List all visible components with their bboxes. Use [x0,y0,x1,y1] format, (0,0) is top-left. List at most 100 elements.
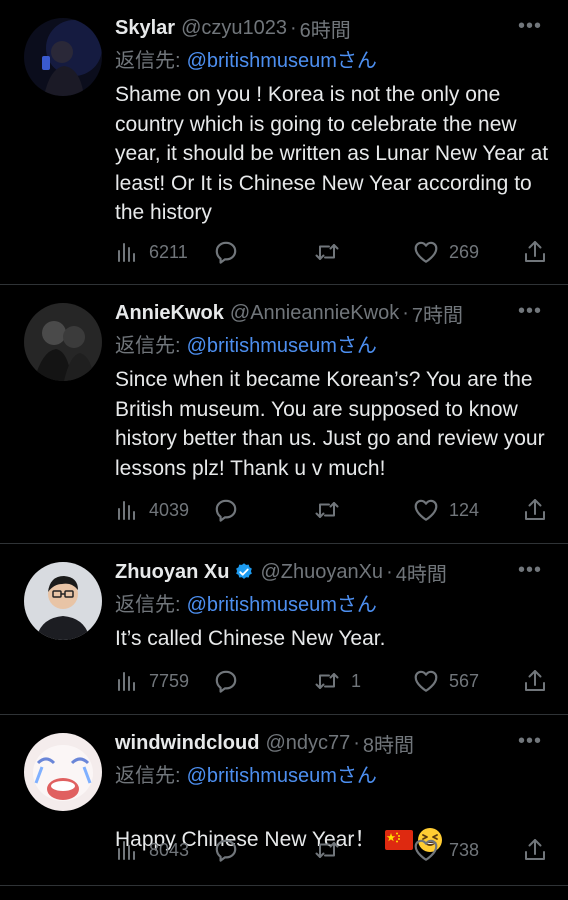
like-button[interactable]: 567 [413,666,479,696]
retweet-button[interactable] [313,237,341,267]
honorific-suffix: さん [336,765,377,787]
views-button[interactable]: 4039 [115,495,189,525]
reply-prefix: 返信先: [115,765,181,787]
timestamp[interactable]: 6時間 [300,14,351,43]
action-bar: 6211 269 [115,237,548,267]
share-icon [525,241,545,262]
user-handle[interactable]: @ZhuoyanXu [260,561,383,584]
views-button[interactable]: 7759 [115,666,189,696]
tweet-header: AnnieKwok @AnnieannieKwok · 7時間 ••• [115,299,548,328]
share-icon [525,670,545,691]
views-icon [118,841,135,860]
reply-context: 返信先: @britishmuseumさん [115,44,377,73]
retweet-button[interactable] [313,835,341,865]
reply-button[interactable] [213,835,239,865]
mention-link[interactable]: @britishmuseum [187,765,337,787]
more-options-icon[interactable]: ••• [518,559,542,582]
likes-count: 567 [449,670,480,691]
reply-icon [215,670,237,693]
retweet-icon [315,502,339,518]
retweets-count: 1 [351,670,362,691]
share-button[interactable] [523,666,547,696]
views-count: 6211 [149,241,188,262]
tweet[interactable]: windwindcloud @ndyc77 · 8時間 ••• 返信先: @bri… [0,715,568,886]
like-icon [414,670,438,692]
reply-context: 返信先: @britishmuseumさん [115,759,377,788]
likes-count: 269 [449,241,480,262]
user-handle[interactable]: @czyu1023 [181,17,287,40]
tweet-header: Skylar @czyu1023 · 6時間 ••• [115,14,548,43]
share-icon [525,839,545,860]
reply-prefix: 返信先: [115,594,181,616]
reply-button[interactable] [213,666,239,696]
tweet-text: It’s called Chinese New Year. [115,627,386,650]
tweet[interactable]: Zhuoyan Xu @ZhuoyanXu · 4時間 ••• 返信先: @bri… [0,544,568,715]
avatar[interactable] [24,562,102,640]
reply-icon [215,241,237,264]
verified-badge-icon[interactable] [234,562,254,582]
retweet-icon [315,244,339,260]
views-icon [118,243,135,262]
reply-context: 返信先: @britishmuseumさん [115,329,377,358]
mention-link[interactable]: @britishmuseum [187,335,337,357]
like-button[interactable]: 269 [413,237,479,267]
tweet-text: Shame on you ! Korea is not the only one… [115,83,549,224]
timestamp[interactable]: 4時間 [396,558,447,587]
share-button[interactable] [523,237,547,267]
views-icon [118,501,135,520]
reply-icon [215,499,237,522]
user-handle[interactable]: @AnnieannieKwok [230,302,399,325]
share-icon [525,499,545,520]
separator-dot: · [386,560,393,583]
retweet-icon [315,842,339,858]
reply-context: 返信先: @britishmuseumさん [115,588,377,617]
avatar[interactable] [24,733,102,811]
views-button[interactable]: 8043 [115,835,189,865]
reply-button[interactable] [213,237,239,267]
honorific-suffix: さん [336,594,377,616]
share-button[interactable] [523,495,547,525]
display-name[interactable]: Skylar [115,17,175,40]
more-options-icon[interactable]: ••• [518,730,542,753]
avatar[interactable] [24,18,102,96]
tweet-header: Zhuoyan Xu @ZhuoyanXu · 4時間 ••• [115,558,548,587]
like-icon [414,499,438,521]
avatar[interactable] [24,303,102,381]
likes-count: 124 [449,499,480,520]
like-icon [414,241,438,263]
display-name[interactable]: AnnieKwok [115,302,224,325]
retweet-button[interactable] [313,495,341,525]
reply-prefix: 返信先: [115,50,181,72]
action-bar: 8043 738 [115,835,548,865]
more-options-icon[interactable]: ••• [518,15,542,38]
display-name[interactable]: Zhuoyan Xu [115,561,229,584]
timestamp[interactable]: 8時間 [363,729,414,758]
retweet-button[interactable]: 1 [313,666,361,696]
tweet[interactable]: Skylar @czyu1023 · 6時間 ••• 返信先: @britishm… [0,0,568,285]
timestamp[interactable]: 7時間 [412,299,463,328]
display-name[interactable]: windwindcloud [115,732,259,755]
views-count: 7759 [149,670,190,691]
user-handle[interactable]: @ndyc77 [265,732,350,755]
honorific-suffix: さん [336,50,377,72]
reply-icon [215,839,237,862]
views-count: 8043 [149,839,190,860]
mention-link[interactable]: @britishmuseum [187,50,337,72]
reply-prefix: 返信先: [115,335,181,357]
likes-count: 738 [449,839,480,860]
tweet[interactable]: AnnieKwok @AnnieannieKwok · 7時間 ••• 返信先:… [0,285,568,544]
like-icon [414,839,438,861]
mention-link[interactable]: @britishmuseum [187,594,337,616]
separator-dot: · [402,301,409,324]
like-button[interactable]: 738 [413,835,479,865]
views-button[interactable]: 6211 [115,237,188,267]
share-button[interactable] [523,835,547,865]
more-options-icon[interactable]: ••• [518,300,542,323]
honorific-suffix: さん [336,335,377,357]
like-button[interactable]: 124 [413,495,479,525]
views-icon [118,672,135,691]
views-count: 4039 [149,499,190,520]
retweet-icon [315,673,339,689]
reply-button[interactable] [213,495,239,525]
separator-dot: · [289,16,297,39]
